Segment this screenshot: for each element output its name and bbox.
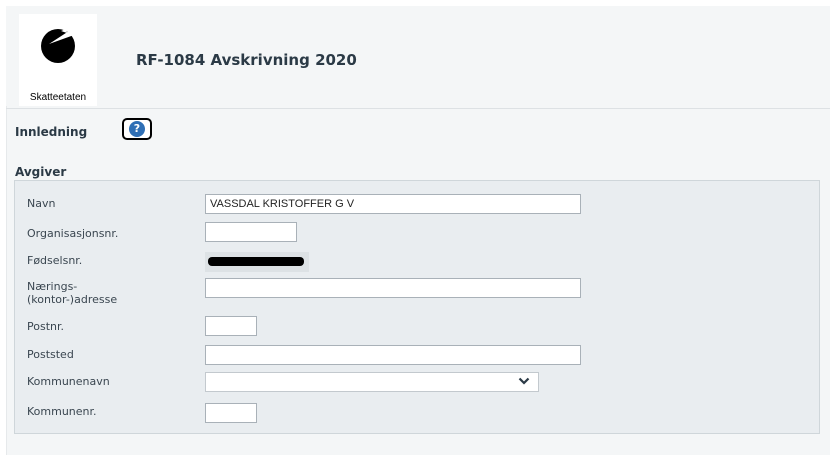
navn-label: Navn (27, 197, 56, 210)
navn-input[interactable]: VASSDAL KRISTOFFER G V (205, 194, 581, 214)
kommunenavn-select[interactable] (205, 372, 539, 392)
logo-text: Skatteetaten (29, 92, 87, 103)
fodselsnr-label: Fødselsnr. (27, 254, 83, 267)
intro-label[interactable]: Innledning (15, 125, 87, 139)
orgnr-input[interactable] (205, 222, 297, 242)
postnr-input[interactable] (205, 316, 257, 336)
help-icon: ? (129, 121, 145, 137)
redaction-mark (208, 257, 304, 266)
kommunenr-label: Kommunenr. (27, 405, 97, 418)
adresse-label-line2: (kontor-)adresse (27, 293, 118, 306)
header-divider (6, 108, 830, 109)
logo-mark-icon (41, 29, 75, 63)
avgiver-panel (14, 180, 820, 434)
kommunenavn-label: Kommunenavn (27, 375, 110, 388)
poststed-input[interactable] (205, 345, 581, 365)
section-title-avgiver: Avgiver (15, 165, 67, 179)
skatteetaten-logo: Skatteetaten (19, 14, 97, 106)
adresse-label-line1: Nærings- (27, 280, 78, 293)
kommunenr-input[interactable] (205, 403, 257, 423)
orgnr-label: Organisasjonsnr. (27, 227, 119, 240)
page-title: RF-1084 Avskrivning 2020 (136, 51, 357, 69)
help-button[interactable]: ? (122, 118, 152, 140)
page: Skatteetaten RF-1084 Avskrivning 2020 In… (0, 0, 830, 475)
poststed-label: Poststed (27, 348, 74, 361)
adresse-input[interactable] (205, 278, 581, 298)
postnr-label: Postnr. (27, 320, 64, 333)
header: Skatteetaten RF-1084 Avskrivning 2020 (6, 6, 830, 106)
chevron-down-icon (518, 377, 530, 385)
